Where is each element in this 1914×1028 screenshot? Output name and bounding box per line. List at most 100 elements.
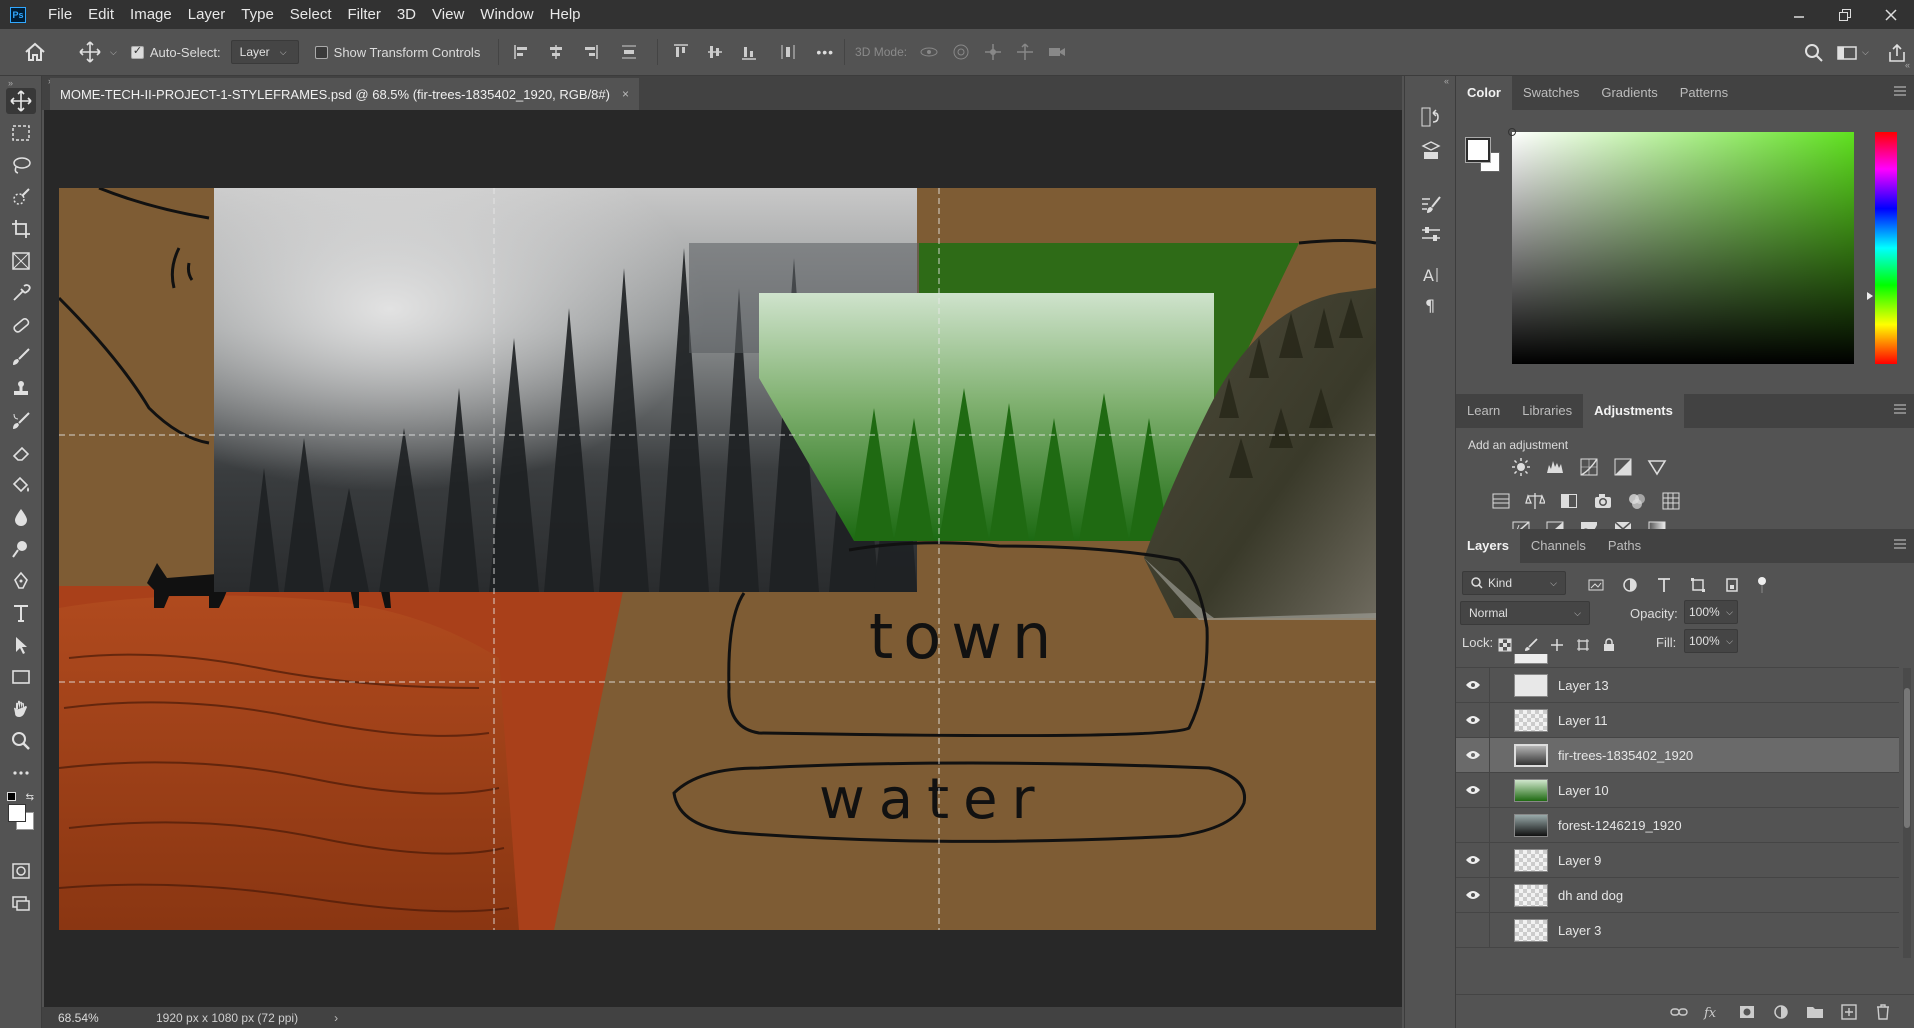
add-mask-icon[interactable]	[1730, 997, 1764, 1027]
status-menu-arrow-icon[interactable]: ›	[334, 1011, 338, 1025]
auto-select-target-dropdown[interactable]: Layer ⌵	[230, 40, 299, 64]
collapse-right-panels-icon[interactable]: «	[1905, 60, 1910, 70]
filter-shape-layers-icon[interactable]	[1684, 570, 1712, 600]
hand-tool-icon[interactable]	[6, 696, 36, 722]
3d-layers-icon[interactable]	[1416, 138, 1446, 164]
color-swatch-pair[interactable]	[1465, 137, 1502, 174]
frame-tool-icon[interactable]	[6, 248, 36, 274]
eye-icon[interactable]	[1456, 842, 1490, 878]
color-balance-icon[interactable]	[1518, 486, 1552, 516]
layer-row[interactable]: Layer 3	[1456, 912, 1899, 948]
opacity-input[interactable]: 100% ⌵	[1684, 600, 1738, 624]
restore-icon[interactable]	[1822, 0, 1868, 29]
menu-type[interactable]: Type	[233, 0, 282, 29]
vibrance-icon[interactable]	[1640, 452, 1674, 482]
layer-row[interactable]: fir-trees-1835402_1920	[1456, 737, 1899, 773]
eye-icon[interactable]	[1456, 772, 1490, 808]
exposure-icon[interactable]	[1606, 452, 1640, 482]
canvas-area[interactable]: town water	[44, 110, 1402, 1007]
layer-row[interactable]: dh and dog	[1456, 877, 1899, 913]
rectangle-tool-icon[interactable]	[6, 664, 36, 690]
color-picker-field[interactable]	[1508, 128, 1854, 364]
layer-row[interactable]: forest-1246219_1920	[1456, 807, 1899, 843]
move-icon[interactable]	[70, 29, 110, 76]
document-tab[interactable]: MOME-TECH-II-PROJECT-1-STYLEFRAMES.psd @…	[50, 78, 639, 110]
search-icon[interactable]	[1796, 29, 1832, 76]
align-left-icon[interactable]	[509, 29, 535, 76]
menu-edit[interactable]: Edit	[80, 0, 122, 29]
type-tool-icon[interactable]	[6, 600, 36, 626]
channel-mixer-icon[interactable]	[1620, 486, 1654, 516]
foreground-color-chip[interactable]	[1465, 137, 1491, 163]
align-middle-icon[interactable]	[702, 29, 728, 76]
eye-icon[interactable]	[1456, 702, 1490, 738]
blur-tool-icon[interactable]	[6, 504, 36, 530]
filter-pixel-layers-icon[interactable]	[1582, 570, 1610, 600]
tab-adjustments[interactable]: Adjustments	[1583, 394, 1684, 428]
expand-panels-icon[interactable]: «	[1444, 76, 1449, 86]
quick-selection-tool-icon[interactable]	[6, 184, 36, 210]
more-options-icon[interactable]: •••	[816, 44, 834, 60]
hue-slider[interactable]	[1875, 132, 1897, 364]
eye-icon[interactable]	[1456, 667, 1490, 703]
minimize-icon[interactable]	[1776, 0, 1822, 29]
lasso-tool-icon[interactable]	[6, 152, 36, 178]
eye-icon[interactable]	[1456, 877, 1490, 913]
tab-libraries[interactable]: Libraries	[1511, 394, 1583, 428]
new-adjustment-layer-icon[interactable]	[1764, 997, 1798, 1027]
menu-filter[interactable]: Filter	[340, 0, 389, 29]
distribute-horizontal-icon[interactable]	[770, 29, 806, 76]
default-colors-icon[interactable]	[7, 792, 16, 801]
brightness-contrast-icon[interactable]	[1504, 452, 1538, 482]
layer-row[interactable]: Layer 9	[1456, 842, 1899, 878]
close-icon[interactable]	[1868, 0, 1914, 29]
brush-settings-icon[interactable]	[1416, 192, 1446, 218]
hue-saturation-icon[interactable]	[1484, 486, 1518, 516]
layer-style-icon[interactable]: fx	[1696, 997, 1730, 1027]
tab-color[interactable]: Color	[1456, 76, 1512, 110]
more-tools-icon[interactable]	[6, 760, 36, 786]
tab-channels[interactable]: Channels	[1520, 529, 1597, 563]
menu-window[interactable]: Window	[472, 0, 541, 29]
character-panel-icon[interactable]: A	[1416, 262, 1446, 288]
workspace-icon[interactable]	[1832, 29, 1862, 76]
brush-tool-icon[interactable]	[6, 344, 36, 370]
color-picker-cursor[interactable]	[1508, 128, 1516, 136]
new-layer-icon[interactable]	[1832, 997, 1866, 1027]
tab-layers[interactable]: Layers	[1456, 529, 1520, 563]
panel-menu-icon[interactable]	[1894, 539, 1906, 549]
layers-scrollbar[interactable]	[1903, 668, 1911, 958]
quick-mask-icon[interactable]	[6, 858, 36, 884]
paragraph-panel-icon[interactable]: ¶	[1416, 292, 1446, 318]
filter-toggle-icon[interactable]	[1752, 570, 1772, 600]
foreground-color-swatch[interactable]	[8, 804, 26, 822]
color-lookup-icon[interactable]	[1654, 486, 1688, 516]
panel-menu-icon[interactable]	[1894, 404, 1906, 414]
menu-file[interactable]: File	[40, 0, 80, 29]
zoom-level[interactable]: 68.54%	[58, 1011, 138, 1025]
menu-layer[interactable]: Layer	[180, 0, 234, 29]
eraser-tool-icon[interactable]	[6, 440, 36, 466]
align-top-icon[interactable]	[668, 29, 694, 76]
layer-row[interactable]: Layer 11	[1456, 702, 1899, 738]
panel-menu-icon[interactable]	[1894, 86, 1906, 96]
dodge-tool-icon[interactable]	[6, 536, 36, 562]
path-selection-tool-icon[interactable]	[6, 632, 36, 658]
swap-colors-icon[interactable]: ⇆	[26, 792, 34, 803]
align-right-icon[interactable]	[577, 29, 603, 76]
hue-slider-handle[interactable]	[1867, 292, 1873, 300]
curves-icon[interactable]	[1572, 452, 1606, 482]
move-tool-icon[interactable]	[6, 88, 36, 114]
marquee-tool-icon[interactable]	[6, 120, 36, 146]
menu-view[interactable]: View	[424, 0, 472, 29]
clone-stamp-tool-icon[interactable]	[6, 376, 36, 402]
filter-smart-objects-icon[interactable]	[1718, 570, 1746, 600]
delete-layer-icon[interactable]	[1866, 997, 1900, 1027]
collapse-toolbar-icon[interactable]: »	[8, 78, 13, 88]
tab-learn[interactable]: Learn	[1456, 394, 1511, 428]
black-white-icon[interactable]	[1552, 486, 1586, 516]
filter-adjustment-layers-icon[interactable]	[1616, 570, 1644, 600]
menu-3d[interactable]: 3D	[389, 0, 424, 29]
workspace-chevron-icon[interactable]: ⌵	[1862, 47, 1880, 58]
paint-bucket-tool-icon[interactable]	[6, 472, 36, 498]
